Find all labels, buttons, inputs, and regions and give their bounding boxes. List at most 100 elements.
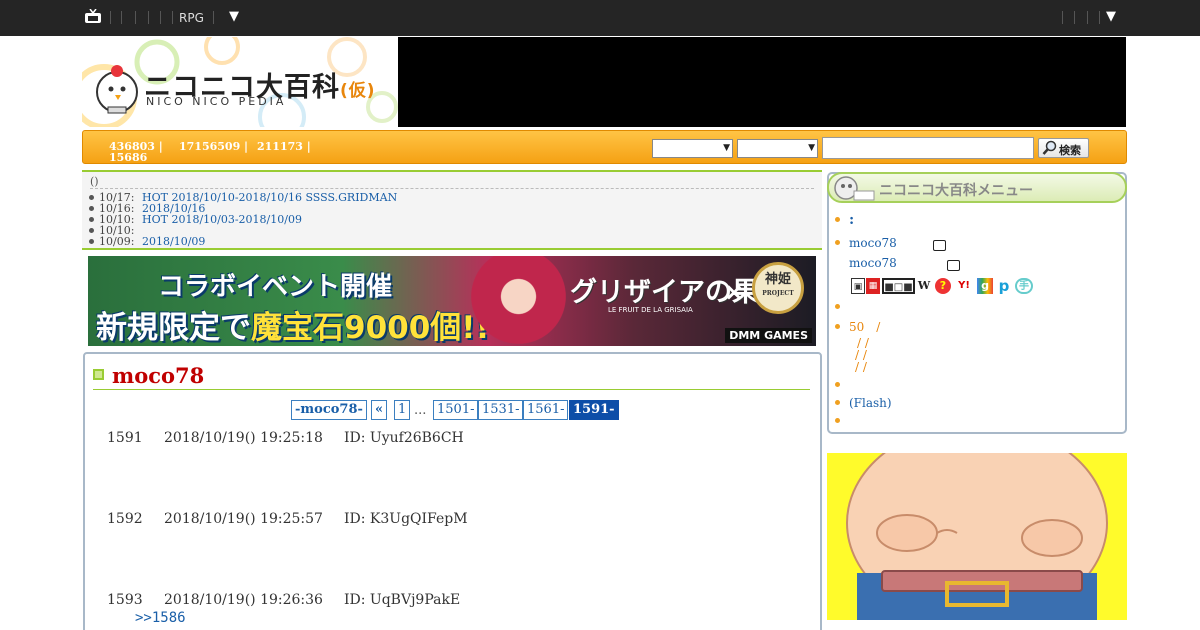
sidebar-advertisement[interactable] (827, 440, 1127, 620)
game-banner-ad[interactable]: コラボイベント開催 新規限定で魔宝石9000個!! グリザイアの果実 LE FR… (88, 256, 816, 346)
sidebar-menu-header: ニコニコ大百科メニュー (827, 172, 1127, 203)
pager-page-1561[interactable]: 1561- (523, 400, 569, 420)
banner-publisher-logo: DMM GAMES (725, 328, 812, 343)
other-count: 15686 (109, 151, 148, 164)
banner-headline: コラボイベント開催 (158, 272, 393, 302)
stats-search-bar: 436803 | 17156509 | 211173 | 15686 ▼ ▼ 検… (82, 130, 1127, 164)
sidebar-menu: ニコニコ大百科メニュー : moco78 moco78 ▣ ▦ ■□■ W ? … (827, 172, 1127, 434)
news-link[interactable]: 2018/10/09 (142, 235, 205, 248)
search-category-select[interactable]: ▼ (652, 139, 733, 158)
response-id: ID: K3UgQIFepM (344, 511, 468, 527)
news-item: 10/09: 2018/10/09 (89, 235, 205, 248)
bullet-icon (89, 195, 94, 200)
chevron-down-icon: ▼ (723, 143, 730, 153)
news-item: 10/17: HOT 2018/10/10-2018/10/16 SSSS.GRI… (89, 191, 397, 204)
nav-separator (135, 11, 136, 24)
nav-separator (213, 11, 214, 24)
search-input[interactable] (822, 137, 1034, 159)
user-menu-dropdown[interactable]: ▼ (1106, 9, 1116, 24)
title-divider (93, 389, 810, 390)
chevron-down-icon: ▼ (808, 143, 815, 153)
search-button-label: 検索 (1059, 144, 1081, 157)
tv-icon[interactable] (933, 240, 946, 251)
title-square-icon (93, 369, 104, 380)
banner-cross: × (724, 278, 745, 306)
response-header: 1592 2018/10/19() 19:25:57 ID: K3UgQIFepM (107, 511, 468, 527)
banner-character-image (458, 256, 568, 346)
nico-link-icon[interactable]: ■□■ (882, 278, 915, 294)
site-logo[interactable]: ニコニコ大百科(仮) NICO NICO PEDIA (82, 37, 398, 127)
page-title: moco78 (93, 363, 204, 388)
banner-game-subtitle: LE FRUIT DE LA GRISAIA (608, 306, 693, 314)
news-box: () 10/17: HOT 2018/10/10-2018/10/16 SSSS.… (82, 170, 822, 250)
pager-page-1591-current[interactable]: 1591- (569, 400, 619, 420)
tegaki-icon[interactable]: 手 (1015, 278, 1033, 294)
tv-icon[interactable] (947, 260, 960, 271)
response-header: 1593 2018/10/19() 19:26:36 ID: UqBVj9PakE (107, 592, 460, 608)
pager-ellipsis: ... (414, 403, 427, 418)
menu-item-moco78: moco78 (835, 236, 897, 250)
pager-article-link[interactable]: -moco78- (291, 400, 367, 420)
nav-separator (1087, 11, 1088, 24)
response-number[interactable]: 1592 (107, 511, 164, 527)
nav-separator (1062, 11, 1063, 24)
niconico-icon[interactable]: ▣ (851, 278, 865, 294)
news-item: 10/10: (89, 224, 142, 237)
sidebar-ad-image (827, 453, 1127, 620)
magnifier-icon (1042, 140, 1057, 155)
response-number[interactable]: 1593 (107, 592, 164, 608)
niconico-tv-icon[interactable] (84, 9, 102, 24)
news-item: 10/10: HOT 2018/10/03-2018/10/09 (89, 213, 302, 226)
reply-anchor-link[interactable]: >>1586 (135, 610, 186, 626)
search-mode-select[interactable]: ▼ (737, 139, 818, 158)
wikipedia-icon[interactable]: W (917, 278, 931, 294)
nav-separator (160, 11, 161, 24)
picture-count: 211173 | (257, 140, 311, 153)
google-icon[interactable]: g (977, 278, 993, 294)
yahoo-icon[interactable]: Y! (955, 278, 973, 294)
news-link[interactable]: HOT 2018/10/03-2018/10/09 (142, 213, 302, 226)
menu-item-status: : (835, 212, 854, 228)
menu-item-recent-50: 50 / (835, 318, 880, 335)
search-button[interactable]: 検索 (1038, 138, 1089, 158)
response-id: ID: Uyuf26B6CH (344, 430, 464, 446)
hatena-icon[interactable]: ? (935, 278, 951, 294)
logo-subtitle: NICO NICO PEDIA (146, 95, 287, 108)
nav-separator (121, 11, 122, 24)
nav-more-dropdown[interactable]: ▼ (229, 9, 239, 24)
pager-page-1531[interactable]: 1531- (478, 400, 524, 420)
nicovideo-icon[interactable]: ▦ (866, 278, 880, 294)
pixiv-icon[interactable]: p (997, 278, 1011, 294)
pager-page-1501[interactable]: 1501- (433, 400, 479, 420)
banner-partner-seal: 神姫 PROJECT (752, 262, 804, 314)
news-divider (90, 188, 814, 189)
header-advertisement[interactable] (398, 37, 1126, 127)
bullet-icon (89, 206, 94, 211)
news-heading: () (90, 175, 99, 188)
menu-item-sublinks[interactable]: / / (855, 360, 867, 374)
nav-separator (148, 11, 149, 24)
site-header: ニコニコ大百科(仮) NICO NICO PEDIA (82, 37, 1127, 127)
pagination: -moco78- « 1 ... 1501- 1531- 1561- 1591- (85, 400, 820, 420)
pager-prev[interactable]: « (371, 400, 388, 420)
bullet-icon (89, 217, 94, 222)
response-id: ID: UqBVj9PakE (344, 592, 461, 608)
bullet-icon (89, 228, 94, 233)
nav-link-rpg[interactable]: RPG (179, 11, 204, 25)
response-datetime: 2018/10/19() 19:25:18 (164, 430, 323, 446)
menu-item-blank (835, 300, 849, 314)
bbs-article: moco78 -moco78- « 1 ... 1501- 1531- 1561… (83, 352, 822, 630)
response-number[interactable]: 1591 (107, 430, 164, 446)
pager-page-1[interactable]: 1 (394, 400, 411, 420)
sidebar-menu-title: ニコニコ大百科メニュー (879, 183, 1033, 199)
pedia-mascot-icon (834, 176, 875, 201)
nav-separator (172, 11, 173, 24)
response-datetime: 2018/10/19() 19:26:36 (164, 592, 323, 608)
menu-item-blank (835, 378, 849, 392)
response-datetime: 2018/10/19() 19:25:57 (164, 511, 323, 527)
comment-count: 17156509 | (179, 140, 249, 153)
news-item: 10/16: 2018/10/16 (89, 202, 205, 215)
nav-separator (110, 11, 111, 24)
belly-illustration (846, 453, 1108, 620)
nav-separator (1099, 11, 1100, 24)
